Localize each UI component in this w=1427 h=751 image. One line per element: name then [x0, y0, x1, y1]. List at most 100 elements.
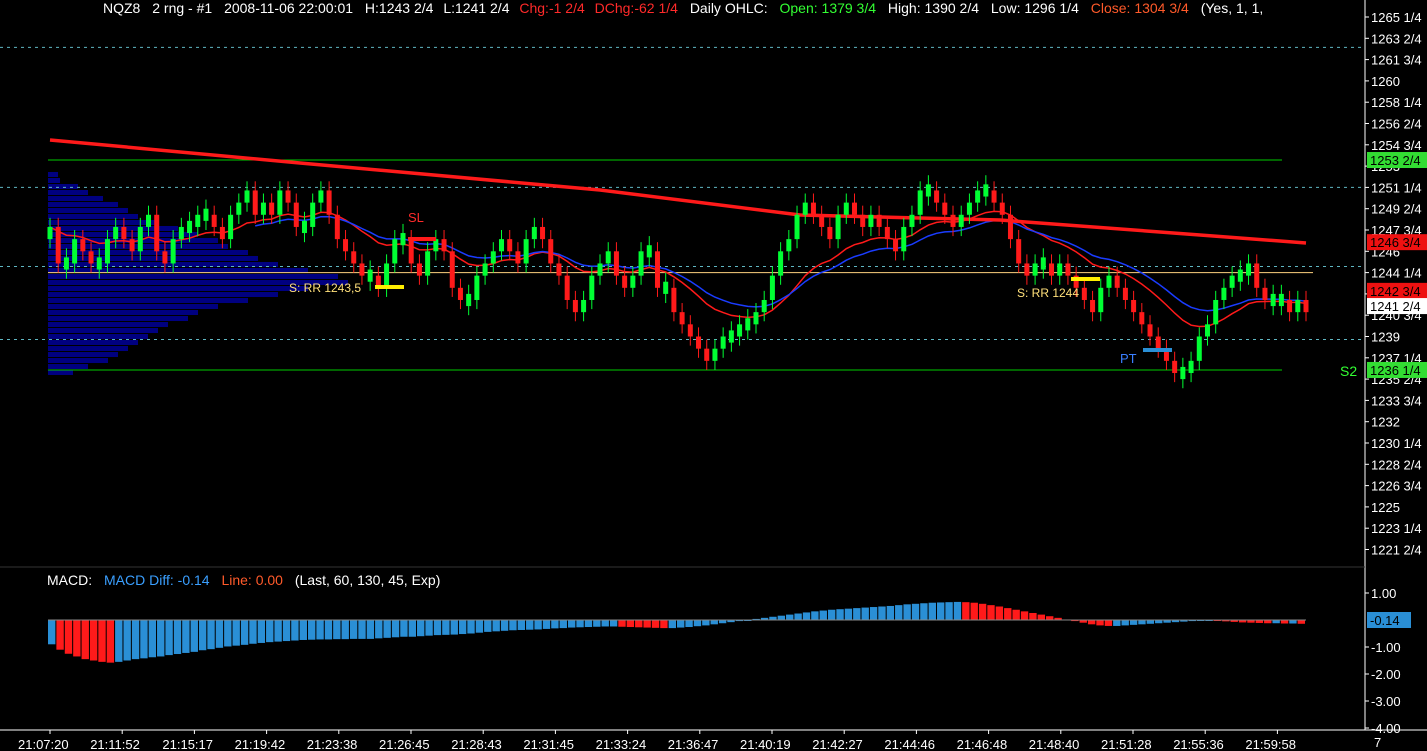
- macd-bar: [257, 620, 266, 643]
- candle-body: [1032, 263, 1038, 276]
- macd-bar: [920, 603, 928, 620]
- candle-body: [572, 299, 578, 313]
- macd-bar: [861, 607, 869, 620]
- macd-bar: [215, 620, 224, 648]
- profile-bar: [48, 178, 60, 183]
- candle-body: [597, 263, 603, 276]
- rr-label-2: S: RR 1244: [1017, 286, 1079, 300]
- candle-body: [416, 263, 422, 276]
- profile-bar: [48, 202, 118, 207]
- macd-bar: [391, 620, 400, 638]
- profile-bar: [48, 304, 218, 309]
- macd-bar: [895, 605, 903, 620]
- macd-bar: [73, 620, 81, 657]
- candle-body: [876, 214, 882, 227]
- macd-bar: [978, 603, 987, 620]
- price-tick-label: 1226 3/4: [1371, 479, 1422, 494]
- chart-canvas: NQZ8 2 rng - #1 2008-11-06 22:00:01 H:12…: [0, 0, 1427, 751]
- macd-bar: [266, 620, 274, 643]
- candle-body: [769, 275, 775, 300]
- macd-bar: [106, 620, 115, 663]
- candle-body: [310, 202, 316, 227]
- macd-bar: [1029, 612, 1037, 620]
- macd-bar: [475, 620, 484, 633]
- candle-body: [1188, 360, 1194, 374]
- header-day-low: Low: 1296 1/4: [991, 0, 1079, 16]
- macd-bar: [970, 602, 978, 620]
- macd-bar: [467, 620, 475, 634]
- candle-body: [474, 275, 480, 300]
- candle-body: [720, 336, 726, 349]
- macd-bar: [173, 620, 182, 655]
- profile-bar: [48, 364, 88, 369]
- macd-bar: [811, 611, 819, 620]
- macd-bar: [224, 620, 232, 647]
- header-day-high: High: 1390 2/4: [888, 0, 979, 16]
- candle-body: [400, 233, 406, 246]
- candle-body: [737, 324, 743, 337]
- macd-bar: [1104, 620, 1113, 626]
- candle-body: [999, 202, 1005, 215]
- candle-body: [490, 251, 496, 264]
- macd-bar: [936, 602, 945, 620]
- macd-bar: [677, 620, 685, 628]
- candle-body: [211, 214, 217, 227]
- price-tick-label: 1258 1/4: [1371, 95, 1422, 110]
- candle-body: [1007, 214, 1013, 240]
- profile-bar: [48, 328, 158, 333]
- candle-body: [1229, 275, 1235, 288]
- candle-body: [687, 324, 693, 337]
- macd-bar: [349, 620, 358, 639]
- candle-body: [581, 299, 587, 313]
- candle-body: [1221, 287, 1227, 300]
- header-close: Close: 1304 3/4: [1091, 0, 1189, 16]
- profile-bar: [48, 298, 248, 303]
- candle-body: [219, 226, 225, 240]
- price-tag-label: 1241 2/4: [1370, 299, 1421, 314]
- macd-tick-label: -4.00: [1371, 721, 1401, 736]
- macd-bar: [1146, 620, 1155, 624]
- macd-label: MACD:: [47, 572, 92, 588]
- candle-body: [564, 275, 570, 300]
- candle-body: [613, 251, 619, 276]
- candle-body: [80, 239, 86, 252]
- candle-body: [679, 312, 685, 325]
- candle-body: [868, 214, 874, 227]
- time-tick-label: 21:40:19: [740, 737, 791, 751]
- macd-bar: [48, 620, 56, 645]
- macd-bar: [819, 610, 827, 620]
- s2-label: S2: [1340, 363, 1357, 379]
- candle-body: [334, 214, 340, 240]
- macd-bar: [844, 608, 853, 620]
- candle-body: [622, 275, 628, 288]
- macd-bar: [534, 620, 542, 630]
- time-tick-label: 21:55:36: [1173, 737, 1224, 751]
- candle-body: [975, 190, 981, 203]
- candle-body: [1246, 263, 1252, 276]
- macd-bar: [324, 620, 333, 640]
- macd-bar: [157, 620, 165, 657]
- macd-bar: [484, 620, 492, 632]
- macd-bar: [1138, 620, 1146, 625]
- candle-body: [244, 190, 250, 203]
- macd-bar: [962, 602, 970, 620]
- header-symbol: NQZ8: [103, 0, 141, 16]
- candle-body: [367, 269, 373, 282]
- candle-body: [909, 214, 915, 227]
- macd-bar: [165, 620, 173, 656]
- price-tick-label: 1233 3/4: [1371, 393, 1422, 408]
- candle-body: [654, 251, 660, 288]
- macd-axis: 1.00 -1.00 -2.00 -3.00 -4.00 -0.14: [1365, 586, 1411, 736]
- macd-bar: [207, 620, 215, 650]
- macd-bar: [651, 620, 660, 628]
- macd-bar: [710, 620, 718, 625]
- header-low: L:1241 2/4: [443, 0, 509, 16]
- time-tick-label: 21:23:38: [307, 737, 358, 751]
- macd-bar: [307, 620, 316, 640]
- profile-bar: [48, 196, 103, 201]
- time-tick-label: 21:26:45: [379, 737, 430, 751]
- macd-bar: [995, 606, 1004, 620]
- candle-body: [72, 239, 78, 264]
- candle-body: [1024, 263, 1030, 276]
- price-tick-label: 1225: [1371, 500, 1400, 515]
